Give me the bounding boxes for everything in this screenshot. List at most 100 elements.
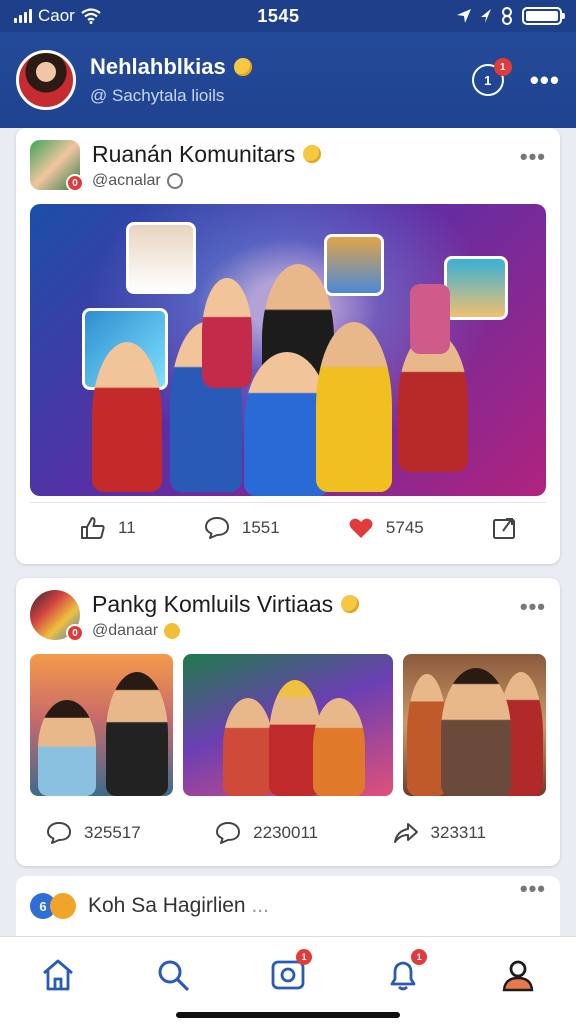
thumbs-up-icon (81, 516, 105, 539)
image-tile (444, 256, 508, 320)
image-tile (324, 234, 384, 296)
image-person (316, 322, 392, 492)
image-person (38, 700, 96, 796)
post-title-wrap: Pankg Komluils Virtiaas @danaar (92, 591, 520, 640)
status-right (456, 7, 565, 25)
home-indicator (176, 1012, 400, 1018)
location-arrow-icon (481, 9, 491, 23)
nav-home[interactable] (36, 955, 80, 995)
home-icon (42, 959, 73, 991)
share-action[interactable]: 323311 (393, 821, 486, 845)
heart-action[interactable]: 5745 (348, 516, 424, 540)
search-icon (158, 960, 189, 991)
profile-icon (503, 960, 534, 992)
post-avatar[interactable]: 0 (30, 140, 84, 192)
wifi-icon (81, 8, 101, 24)
gold-badge-icon (50, 893, 76, 919)
gallery-image[interactable] (402, 654, 546, 796)
notifications-button[interactable]: 1 1 (471, 58, 512, 96)
header-subtitle: @ Sachytala lioils (90, 86, 225, 105)
nav-profile[interactable] (496, 955, 540, 995)
nav-notifications[interactable]: 1 (381, 949, 428, 995)
verified-icon (164, 622, 181, 639)
verified-icon (166, 172, 183, 189)
avatar-badge: 0 (66, 624, 84, 642)
comment-icon (216, 822, 241, 844)
heart-count: 5745 (385, 517, 424, 537)
image-tile (126, 222, 196, 294)
image-person (440, 668, 511, 796)
notification-badge: 1 (493, 58, 512, 76)
post-more-button[interactable]: ••• (520, 144, 546, 170)
post-image-gallery (30, 654, 546, 796)
carrier-label: Caor (38, 6, 75, 25)
status-time: 1545 (257, 5, 300, 26)
status-left: Caor (14, 6, 101, 26)
post-title-wrap: Ruanán Komunitars @acnalar (92, 141, 520, 190)
post-handle: @acnalar (92, 171, 161, 189)
share-icon (492, 517, 515, 539)
status-bar: Caor 1545 (0, 0, 576, 32)
post-stats: 325517 2230011 323311 (30, 808, 546, 858)
post-image[interactable] (30, 204, 546, 496)
image-person (223, 698, 274, 796)
image-person (92, 342, 162, 492)
signal-icon (14, 9, 32, 23)
post-title-row: Ruanán Komunitars (92, 141, 520, 168)
camera-badge: 1 (295, 949, 312, 965)
reply-action[interactable]: 2230011 (215, 821, 318, 845)
image-person (202, 278, 252, 388)
nav-search[interactable] (151, 955, 195, 995)
avatar-badge: 0 (66, 174, 84, 192)
profile-avatar[interactable] (16, 50, 76, 110)
share-action[interactable] (492, 516, 518, 540)
post-more-button[interactable]: ••• (520, 594, 546, 620)
post-card: 0 Ruanán Komunitars @acnalar ••• 11 1551… (16, 128, 560, 564)
comment-icon (204, 516, 229, 539)
post-badges: 6 (30, 893, 76, 919)
gallery-image[interactable] (30, 654, 174, 796)
comment-action[interactable]: 325517 (46, 821, 141, 845)
post-title: Pankg Komluils Virtiaas (92, 590, 334, 617)
smile-emoji-icon (303, 145, 322, 163)
smile-emoji-icon (233, 58, 252, 76)
more-options-button[interactable]: ••• (530, 67, 560, 93)
page-title: Nehlahblkias (90, 54, 226, 79)
comment-icon (47, 822, 71, 844)
share-arrow-icon (393, 823, 418, 843)
like-action[interactable]: 11 (80, 516, 136, 540)
like-count: 11 (118, 517, 136, 537)
post-card-partial: 6 Koh Sa Hagirlien ... ••• (16, 876, 560, 936)
post-title-ellipsis: ... (251, 894, 269, 917)
post-header: 0 Ruanán Komunitars @acnalar ••• (16, 128, 560, 192)
post-handle-row: @acnalar (92, 172, 520, 190)
location-arrow-icon (457, 9, 471, 23)
post-more-button[interactable]: ••• (520, 876, 546, 902)
post-handle-row: @danaar (92, 622, 520, 640)
app-header: Nehlahblkias @ Sachytala lioils 1 1 ••• (0, 32, 576, 128)
post-avatar[interactable]: 0 (30, 590, 84, 642)
header-actions: 1 1 ••• (471, 58, 560, 96)
post-actions: 11 1551 5745 (30, 502, 546, 552)
nav-camera[interactable]: 1 (266, 949, 312, 995)
image-toy (410, 284, 450, 354)
heart-icon (349, 518, 373, 538)
battery-fill (526, 11, 558, 21)
header-title-row: Nehlahblkias (90, 54, 472, 80)
comment-count: 1551 (241, 517, 280, 537)
header-text: Nehlahblkias @ Sachytala lioils (90, 54, 472, 106)
post-title: Ruanán Komunitars (92, 140, 296, 167)
notifications-badge: 1 (411, 949, 428, 965)
comment-action[interactable]: 1551 (204, 516, 280, 540)
smile-emoji-icon (341, 595, 360, 613)
share-count: 323311 (430, 823, 486, 842)
post-title-text: Koh Sa Hagirlien (88, 894, 246, 917)
reply-count: 2230011 (253, 823, 319, 842)
comment-count: 325517 (84, 823, 141, 842)
image-person (106, 672, 168, 796)
battery-icon (522, 7, 565, 25)
post-title-row: Pankg Komluils Virtiaas (92, 591, 520, 618)
post-handle: @danaar (92, 621, 159, 639)
post-title: Koh Sa Hagirlien ... (88, 894, 520, 918)
gallery-image[interactable] (183, 654, 393, 796)
